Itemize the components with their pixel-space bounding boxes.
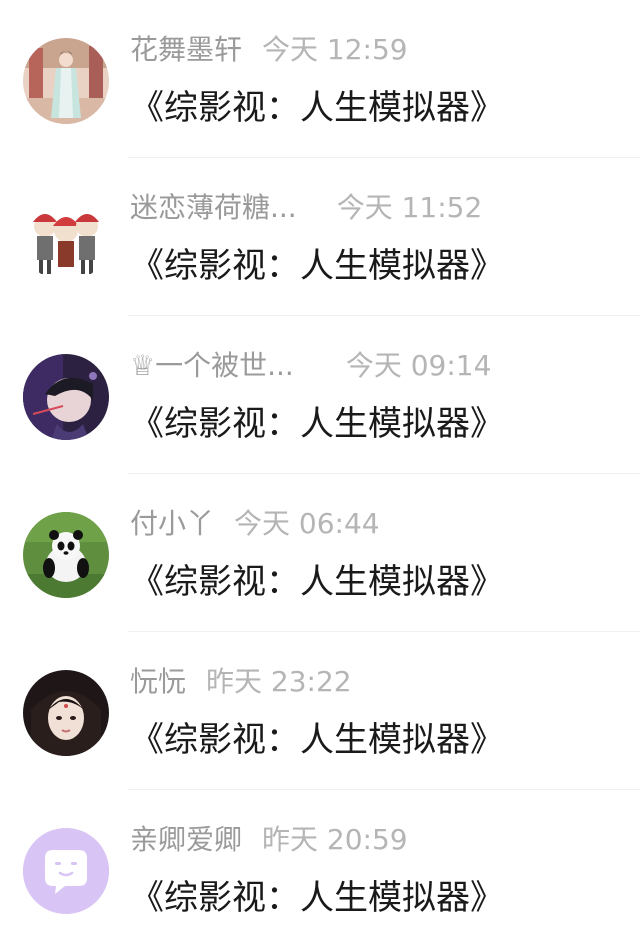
timestamp: 今天 06:44 xyxy=(234,507,380,540)
timestamp: 昨天 23:22 xyxy=(206,665,352,698)
avatar[interactable] xyxy=(23,512,109,598)
message-preview: 《综影视：人生模拟器》 xyxy=(130,246,504,286)
message-preview: 《综影视：人生模拟器》 xyxy=(130,562,504,602)
conversation-meta: 忨忨 昨天 23:22 xyxy=(130,662,352,702)
avatar[interactable] xyxy=(23,828,109,914)
avatar-cartoon-group-icon xyxy=(23,196,109,282)
avatar-default-chat-icon xyxy=(23,828,109,914)
conversation-meta: 迷恋薄荷糖... 今天 11:52 xyxy=(130,188,482,228)
conversation-meta: 亲卿爱卿 昨天 20:59 xyxy=(130,820,408,860)
avatar-hanfu-figure-icon xyxy=(23,38,109,124)
message-preview: 《综影视：人生模拟器》 xyxy=(130,878,504,918)
conversation-item[interactable]: 花舞墨轩 今天 12:59 《综影视：人生模拟器》 xyxy=(0,0,640,158)
sender-name: 花舞墨轩 xyxy=(130,33,243,66)
avatar-portrait-dark-icon xyxy=(23,670,109,756)
sender-name: ♕一个被世... xyxy=(130,349,294,382)
conversation-item[interactable]: 付小丫 今天 06:44 《综影视：人生模拟器》 xyxy=(0,474,640,632)
message-preview: 《综影视：人生模拟器》 xyxy=(130,88,504,128)
conversation-item[interactable]: ♕一个被世... 今天 09:14 《综影视：人生模拟器》 xyxy=(0,316,640,474)
avatar[interactable] xyxy=(23,354,109,440)
timestamp: 昨天 20:59 xyxy=(262,823,408,856)
conversation-list: 花舞墨轩 今天 12:59 《综影视：人生模拟器》 迷恋薄荷糖... 今天 11… xyxy=(0,0,640,934)
sender-name: 忨忨 xyxy=(130,665,187,698)
avatar[interactable] xyxy=(23,196,109,282)
conversation-item[interactable]: 迷恋薄荷糖... 今天 11:52 《综影视：人生模拟器》 xyxy=(0,158,640,316)
conversation-meta: 付小丫 今天 06:44 xyxy=(130,504,380,544)
avatar-portrait-purple-icon xyxy=(23,354,109,440)
message-preview: 《综影视：人生模拟器》 xyxy=(130,404,504,444)
avatar-panda-icon xyxy=(23,512,109,598)
avatar[interactable] xyxy=(23,38,109,124)
timestamp: 今天 12:59 xyxy=(262,33,408,66)
conversation-item[interactable]: 忨忨 昨天 23:22 《综影视：人生模拟器》 xyxy=(0,632,640,790)
conversation-meta: 花舞墨轩 今天 12:59 xyxy=(130,30,408,70)
sender-name: 亲卿爱卿 xyxy=(130,823,243,856)
sender-name: 迷恋薄荷糖... xyxy=(130,191,297,224)
timestamp: 今天 11:52 xyxy=(336,191,483,224)
conversation-item[interactable]: 亲卿爱卿 昨天 20:59 《综影视：人生模拟器》 xyxy=(0,790,640,948)
avatar[interactable] xyxy=(23,670,109,756)
conversation-meta: ♕一个被世... 今天 09:14 xyxy=(130,346,491,386)
message-preview: 《综影视：人生模拟器》 xyxy=(130,720,504,760)
timestamp: 今天 09:14 xyxy=(345,349,492,382)
sender-name: 付小丫 xyxy=(130,507,215,540)
